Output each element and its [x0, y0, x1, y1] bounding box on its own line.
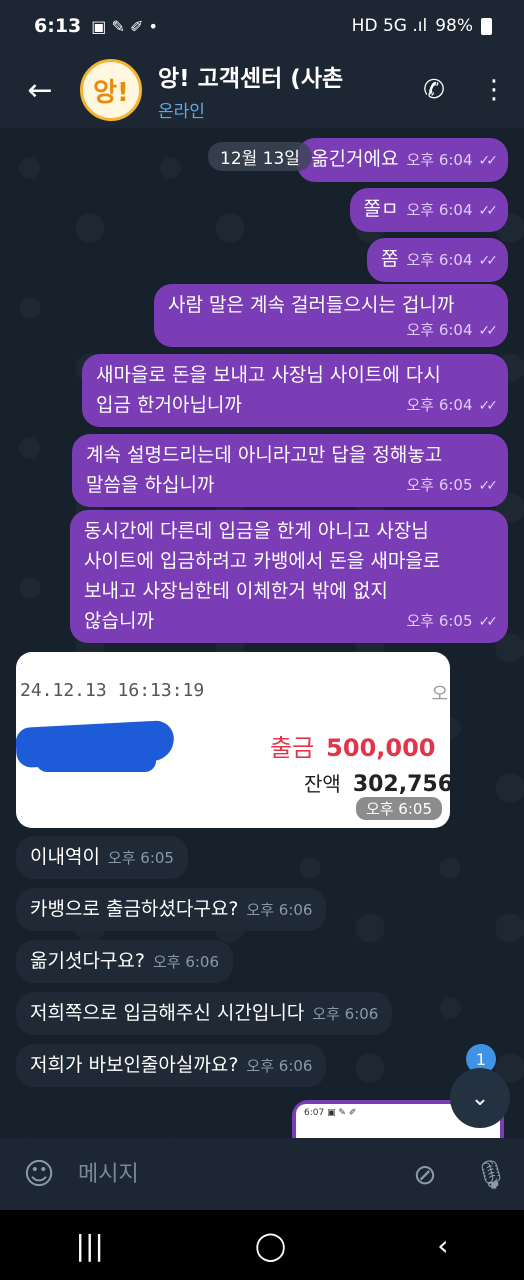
message-time: 오후 6:04 ✓✓ — [406, 201, 499, 219]
phone-icon[interactable]: ✆ — [404, 52, 464, 128]
chat-title: 앙! 고객센터 (사촌 — [158, 65, 344, 92]
read-checks-icon: ✓✓ — [478, 478, 499, 494]
image-corner-text: 오 — [431, 684, 448, 705]
redaction-scribble — [36, 750, 156, 772]
read-checks-icon: ✓✓ — [478, 203, 499, 219]
message-text: 사이트에 입금하려고 카뱅에서 돈을 새마을로 — [84, 550, 441, 572]
clock: 6:13 — [34, 15, 82, 37]
signal-icons: HD 5G .ıl — [351, 16, 428, 36]
message-bubble[interactable]: 저희가 바보인줄아실까요? 오후 6:06 — [16, 1044, 327, 1087]
message-composer: ☺ ⊘ 🎙 — [0, 1138, 524, 1210]
message-text: 계속 설명드리는데 아니라고만 답을 정해놓고 — [86, 444, 443, 466]
message-text: 저희가 바보인줄아실까요? — [30, 1054, 239, 1076]
more-menu-icon[interactable]: ⋮ — [464, 52, 524, 128]
message-bubble[interactable]: 이내역이 오후 6:05 — [16, 836, 188, 879]
message-text: 옮긴거에요 — [311, 148, 399, 170]
message-time: 오후 6:06 — [246, 1057, 313, 1075]
message-time: 오후 6:06 — [152, 953, 220, 971]
message-bubble[interactable]: 동시간에 다른데 입금을 한게 아니고 사장님 사이트에 입금하려고 카뱅에서 … — [70, 510, 508, 643]
message-text: 사람 말은 계속 걸러들으시는 겁니까 — [168, 294, 455, 316]
date-pill: 12월 13일 — [208, 142, 312, 171]
chevron-down-icon: ⌄ — [470, 1085, 490, 1111]
recent-apps-icon[interactable]: ||| — [76, 1229, 104, 1262]
attach-icon[interactable]: ⊘ — [392, 1158, 458, 1191]
image-time: 오후 6:05 — [355, 797, 442, 820]
home-icon[interactable]: ◯ — [255, 1229, 286, 1262]
back-arrow-icon[interactable]: ← — [0, 52, 80, 128]
message-text: 쫄ㅁ — [363, 198, 399, 220]
message-bubble[interactable]: 옮긴거에요 오후 6:04 ✓✓ — [297, 138, 508, 182]
message-bubble[interactable]: 계속 설명드리는데 아니라고만 답을 정해놓고 말씀을 하십니까 오후 6:05 ✓… — [72, 434, 508, 507]
message-time: 오후 6:05 — [107, 849, 174, 867]
message-text-row: 말씀을 하십니까 오후 6:05 ✓✓ — [86, 470, 499, 501]
message-time: 오후 6:05 ✓✓ — [406, 476, 499, 494]
system-nav-bar: ||| ◯ ‹ — [0, 1210, 524, 1280]
message-text: 새마을로 돈을 보내고 사장님 사이트에 다시 — [96, 364, 441, 386]
scroll-down-button[interactable]: ⌄ — [450, 1068, 510, 1128]
chat-info[interactable]: 앙! 고객센터 (사촌 온라인 — [158, 59, 404, 122]
message-text-row: 입금 한거아닙니까 오후 6:04 ✓✓ — [96, 390, 499, 421]
message-bubble[interactable]: 카뱅으로 출금하셨다구요? 오후 6:06 — [16, 888, 327, 931]
message-text: 동시간에 다른데 입금을 한게 아니고 사장님 — [84, 520, 429, 542]
message-text: 이내역이 — [30, 846, 100, 868]
message-text: 카뱅으로 출금하셨다구요? — [30, 898, 239, 920]
battery-icon — [481, 17, 492, 35]
message-time: 오후 6:06 — [312, 1005, 379, 1023]
avatar[interactable]: 앙! — [80, 59, 142, 121]
status-bar: 6:13 ▣ ✎ ✐ • HD 5G .ıl 98% — [0, 0, 524, 52]
message-text: 저희쪽으로 입금해주신 시간입니다 — [30, 1002, 305, 1024]
message-bubble[interactable]: 저희쪽으로 입금해주신 시간입니다 오후 6:06 — [16, 992, 393, 1035]
chat-header: ← 앙! 앙! 고객센터 (사촌 온라인 ✆ ⋮ — [0, 52, 524, 128]
message-list[interactable]: 옮긴거에요 오후 6:04 ✓✓ 12월 13일 쫄ㅁ 오후 6:04 ✓✓ 쫌 오후 6… — [0, 128, 524, 1138]
message-bubble[interactable]: 옮기셧다구요? 오후 6:06 — [16, 940, 234, 983]
message-time: 오후 6:06 — [246, 901, 313, 919]
back-icon[interactable]: ‹ — [437, 1229, 448, 1262]
message-text: 옮기셧다구요? — [30, 950, 145, 972]
withdraw-row: 출금 500,000 — [270, 734, 436, 762]
battery-percent: 98% — [435, 16, 473, 36]
microphone-icon[interactable]: 🎙 — [458, 1158, 524, 1191]
read-checks-icon: ✓✓ — [478, 398, 499, 414]
read-checks-icon: ✓✓ — [478, 323, 499, 339]
notification-icons: ▣ ✎ ✐ • — [91, 16, 158, 36]
message-time: 오후 6:04 ✓✓ — [406, 396, 499, 414]
message-bubble[interactable]: 쫄ㅁ 오후 6:04 ✓✓ — [349, 188, 508, 232]
emoji-icon[interactable]: ☺ — [0, 1157, 78, 1192]
message-time: 오후 6:04 ✓✓ — [406, 151, 499, 169]
message-time: 오후 6:04 ✓✓ — [406, 251, 499, 269]
message-text-row: 않습니까 오후 6:05 ✓✓ — [84, 606, 499, 637]
message-text: 쫌 — [380, 248, 399, 270]
read-checks-icon: ✓✓ — [478, 614, 499, 630]
image-date: 24.12.13 16:13:19 — [20, 680, 205, 701]
read-checks-icon: ✓✓ — [478, 153, 499, 169]
telegram-chat-screen: 6:13 ▣ ✎ ✐ • HD 5G .ıl 98% ← 앙! 앙! 고객센터 … — [0, 0, 524, 1280]
message-time: 오후 6:04 ✓✓ — [406, 321, 499, 339]
message-bubble[interactable]: 사람 말은 계속 걸러들으시는 겁니까 오후 6:04 ✓✓ — [154, 284, 508, 347]
message-input[interactable] — [78, 1161, 392, 1187]
image-message[interactable]: 24.12.13 16:13:19 오 출금 500,000 잔액 302,756 … — [16, 652, 450, 828]
read-checks-icon: ✓✓ — [478, 253, 499, 269]
message-bubble[interactable]: 쫌 오후 6:04 ✓✓ — [366, 238, 508, 282]
message-bubble[interactable]: 새마을로 돈을 보내고 사장님 사이트에 다시 입금 한거아닙니까 오후 6:04… — [82, 354, 508, 427]
balance-row: 잔액 302,756 — [304, 772, 450, 797]
online-status: 온라인 — [158, 101, 205, 122]
message-text: 보내고 사장님한테 이체한거 밖에 없지 — [84, 580, 388, 602]
message-time: 오후 6:05 ✓✓ — [406, 612, 499, 630]
